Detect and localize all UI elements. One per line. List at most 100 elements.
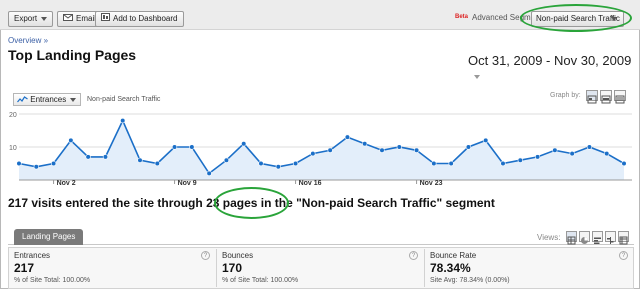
data-point [500,160,506,167]
data-point [517,157,523,163]
help-icon[interactable]: ? [201,251,210,260]
view-pie-button[interactable] [579,231,590,244]
x-tick-label: Nov 23 [420,180,443,186]
data-point [33,164,39,170]
data-point [379,147,385,153]
summary-prefix: 217 visits entered the site through [8,196,207,210]
data-point [552,147,558,153]
data-point [223,157,230,163]
data-point [206,170,212,176]
data-point [586,144,593,150]
view-table-button[interactable] [566,231,577,245]
data-point [16,160,22,167]
bar-chart-icon [594,237,601,244]
metric-label: Entrances [14,251,51,260]
chevron-down-icon [474,74,480,79]
add-to-dashboard-label: Add to Dashboard [113,14,178,24]
pie-chart-icon [581,237,588,244]
export-label: Export [14,14,38,23]
view-pivot-button[interactable] [618,231,629,245]
data-point [85,154,91,160]
table-view-icon [567,236,576,245]
email-label: Email [76,14,97,24]
graph-by-week-button[interactable] [600,90,612,104]
legend-segment-label: Non-paid Search Traffic [87,96,161,103]
chevron-down-icon [41,16,48,21]
metric-value: 78.34% [430,261,471,275]
envelope-icon [63,12,73,26]
data-point [621,160,627,167]
data-point [154,160,160,167]
metric-subtext: % of Site Total: 100.00% [14,277,91,284]
calendar-month-icon [615,95,625,104]
data-point [50,160,57,167]
help-icon[interactable]: ? [409,251,418,260]
views-label: Views: [537,233,561,242]
data-point [465,144,472,150]
view-comparison-button[interactable] [605,231,616,244]
breadcrumb[interactable]: Overview » [8,36,48,45]
data-point [292,160,299,167]
data-point [483,137,489,144]
data-point [448,160,454,167]
data-point [327,147,333,153]
metric-value: 217 [14,261,35,275]
metric-subtext: % of Site Total: 100.00% [222,277,299,284]
data-point [362,141,368,147]
data-point [431,160,437,167]
y-tick-label: 20 [9,112,17,119]
pivot-icon [619,236,628,245]
data-point [102,154,109,160]
data-point [171,144,178,150]
calendar-day-icon [587,95,597,104]
series-area [19,120,624,180]
summary-suffix: in the "Non-paid Search Traffic" segment [257,196,495,210]
x-tick-label: Nov 2 [57,180,76,186]
data-point [310,150,316,157]
date-range-value: Oct 31, 2009 - Nov 30, 2009 [468,53,632,68]
data-point [120,118,126,124]
graph-by-label: Graph by: [550,92,581,99]
view-performance-button[interactable] [592,231,603,244]
data-point [258,160,264,167]
metric-bounce-rate: Bounce Rate 78.34% Site Avg: 78.34% (0.0… [424,247,634,289]
tab-landing-pages[interactable]: Landing Pages [14,229,84,245]
help-icon[interactable]: ? [619,251,628,260]
metric-bounces: Bounces 170 % of Site Total: 100.00% ? [216,247,424,289]
line-chart-icon [17,95,30,104]
data-point [604,150,610,157]
export-button[interactable]: Export [8,11,54,27]
graph-by-month-button[interactable] [614,90,626,104]
pages-highlight-circle [214,187,289,219]
data-point [534,154,541,160]
graph-by-day-button[interactable] [586,90,598,104]
metric-label: Bounce Rate [430,251,477,260]
comparison-icon [607,237,614,244]
x-tick-label: Nov 16 [299,180,322,186]
segment-highlight-circle [520,4,632,32]
metric-subtext: Site Avg: 78.34% (0.00%) [430,277,510,284]
data-point [68,137,74,144]
data-point [241,141,247,147]
data-point [413,147,420,153]
date-range-picker[interactable]: Oct 31, 2009 - Nov 30, 2009 [468,53,640,83]
data-point [275,164,281,170]
dashboard-icon [101,12,110,26]
entrances-chart: 10 20 Nov 2 Nov 9 Nov 16 Nov 23 [9,112,632,186]
data-point [189,144,195,150]
add-to-dashboard-button[interactable]: Add to Dashboard [95,11,184,27]
data-point [137,157,143,163]
calendar-week-icon [601,95,611,104]
metric-entrances: Entrances 217 % of Site Total: 100.00% ? [8,247,216,289]
y-tick-label: 10 [9,145,17,152]
metric-value: 170 [222,261,243,275]
beta-badge: Beta [455,14,469,20]
x-tick-label: Nov 9 [178,180,197,186]
metric-selector-label: Entrances [30,95,67,104]
data-point [569,150,575,157]
chevron-down-icon [70,97,77,102]
data-point [344,134,351,140]
metric-label: Bounces [222,251,254,260]
data-point [396,144,402,150]
page-title: Top Landing Pages [8,47,137,63]
